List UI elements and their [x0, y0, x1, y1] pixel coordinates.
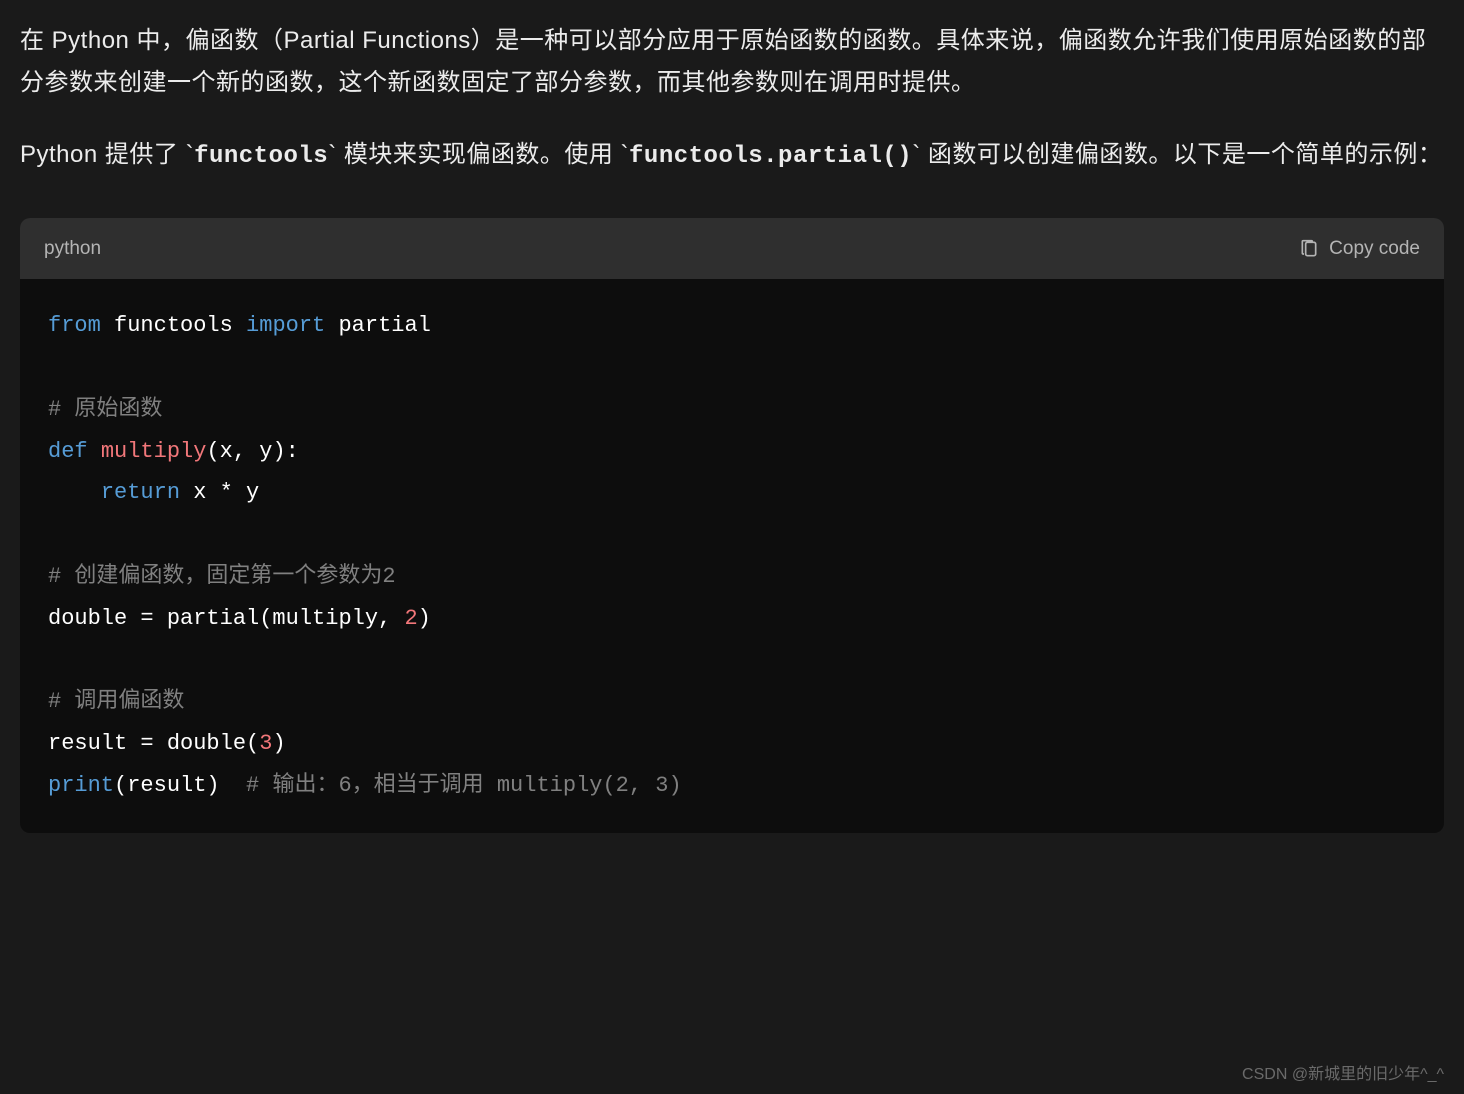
- text-segment: 函数可以创建偏函数。以下是一个简单的示例：: [921, 141, 1443, 168]
- keyword-def: def: [48, 439, 88, 464]
- builtin-print: print: [48, 773, 114, 798]
- article-content: 在 Python 中，偏函数（Partial Functions）是一种可以部分…: [20, 20, 1444, 833]
- function-name: multiply: [101, 439, 207, 464]
- keyword-import: import: [246, 313, 325, 338]
- text-segment: 模块来实现偏函数。使用: [337, 141, 621, 168]
- code-text: (result): [114, 773, 246, 798]
- watermark: CSDN @新城里的旧少年^_^: [1242, 1060, 1444, 1084]
- paragraph-2: Python 提供了 `functools` 模块来实现偏函数。使用 `func…: [20, 134, 1444, 178]
- copy-label: Copy code: [1329, 238, 1420, 260]
- backtick: `: [621, 141, 630, 168]
- code-text: double = partial(multiply,: [48, 606, 404, 631]
- code-text: result = double(: [48, 731, 259, 756]
- backtick: `: [328, 141, 337, 168]
- code-text: functools: [101, 313, 246, 338]
- code-number: 2: [404, 606, 417, 631]
- backtick: `: [912, 141, 921, 168]
- keyword-from: from: [48, 313, 101, 338]
- copy-code-button[interactable]: Copy code: [1299, 238, 1420, 260]
- code-number: 3: [259, 731, 272, 756]
- text-segment: Python 提供了: [20, 141, 186, 168]
- code-indent: [48, 480, 101, 505]
- code-text: [88, 439, 101, 464]
- code-block: python Copy code from functools import p…: [20, 218, 1444, 833]
- inline-code-functools: functools: [194, 143, 328, 170]
- code-text: partial: [325, 313, 431, 338]
- code-text: (x, y):: [206, 439, 298, 464]
- code-header: python Copy code: [20, 218, 1444, 279]
- code-text: ): [418, 606, 431, 631]
- code-body: from functools import partial # 原始函数 def…: [20, 279, 1444, 833]
- code-text: x * y: [180, 480, 259, 505]
- code-comment: # 输出：6，相当于调用 multiply(2, 3): [246, 773, 682, 798]
- code-comment: # 原始函数: [48, 397, 162, 422]
- paragraph-1: 在 Python 中，偏函数（Partial Functions）是一种可以部分…: [20, 20, 1444, 104]
- code-language-label: python: [44, 232, 101, 265]
- backtick: `: [186, 141, 195, 168]
- inline-code-partial: functools.partial(): [629, 143, 912, 170]
- code-comment: # 创建偏函数，固定第一个参数为2: [48, 564, 396, 589]
- code-text: ): [272, 731, 285, 756]
- clipboard-icon: [1299, 239, 1319, 259]
- keyword-return: return: [101, 480, 180, 505]
- code-comment: # 调用偏函数: [48, 689, 184, 714]
